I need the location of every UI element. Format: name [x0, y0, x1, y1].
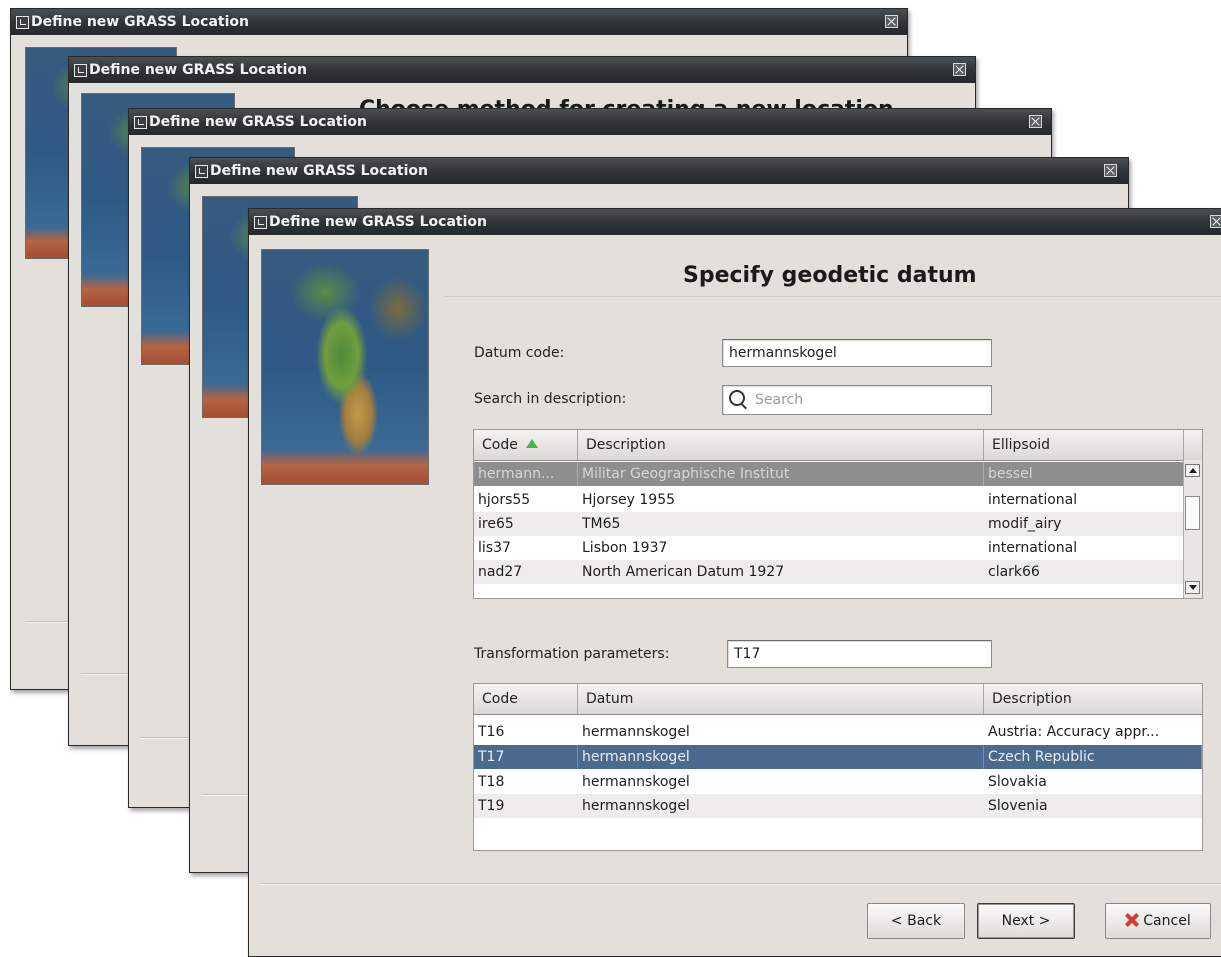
app-menu-icon[interactable] — [254, 216, 267, 229]
column-header-ellipsoid[interactable]: Ellipsoid — [984, 430, 1184, 460]
title-bar[interactable]: Define new GRASS Location — [190, 158, 1128, 184]
close-icon[interactable] — [885, 15, 898, 28]
vertical-scrollbar[interactable] — [1183, 460, 1202, 598]
cell-code: T16 — [478, 724, 505, 740]
page-title: Specify geodetic datum — [683, 263, 977, 288]
title-bar[interactable]: Define new GRASS Location — [249, 209, 1221, 235]
window-title: Define new GRASS Location — [89, 62, 307, 78]
cell-code: T18 — [478, 774, 505, 790]
close-icon[interactable] — [1029, 115, 1042, 128]
cell-ellipsoid: international — [988, 540, 1078, 556]
cell-code: hjors55 — [478, 492, 531, 508]
cancel-button[interactable]: Cancel — [1105, 903, 1211, 939]
datum-table[interactable]: Code Description Ellipsoid hermann... Mi… — [473, 429, 1203, 599]
scrollbar-thumb[interactable] — [1185, 496, 1200, 530]
app-menu-icon[interactable] — [74, 64, 87, 77]
close-icon[interactable] — [1104, 164, 1117, 177]
table-row[interactable]: T19 hermannskogel Slovenia — [474, 794, 1202, 818]
cell-datum: hermannskogel — [578, 745, 984, 769]
table-row[interactable]: lis37 Lisbon 1937 international — [474, 536, 1184, 560]
table-row[interactable]: hermann... Militar Geographische Institu… — [474, 462, 1184, 486]
search-description-label: Search in description: — [474, 391, 627, 407]
table-header: Code Description Ellipsoid — [474, 430, 1202, 461]
wizard-window-front: Define new GRASS Location Specify geodet… — [248, 208, 1221, 957]
window-title: Define new GRASS Location — [31, 14, 249, 30]
column-header-datum[interactable]: Datum — [578, 684, 984, 714]
world-map-image — [261, 249, 429, 485]
cancel-button-label: Cancel — [1143, 913, 1191, 929]
table-row[interactable]: T16 hermannskogel Austria: Accuracy appr… — [474, 720, 1202, 744]
search-input[interactable]: Search — [722, 385, 992, 415]
title-bar[interactable]: Define new GRASS Location — [69, 57, 975, 83]
transformation-label: Transformation parameters: — [474, 646, 670, 662]
cell-description: Lisbon 1937 — [582, 540, 668, 556]
table-row[interactable]: hjors55 Hjorsey 1955 international — [474, 488, 1184, 512]
close-icon[interactable] — [953, 63, 966, 76]
title-bar[interactable]: Define new GRASS Location — [129, 109, 1051, 135]
back-button[interactable]: < Back — [867, 903, 965, 939]
cell-description: Militar Geographische Institut — [578, 462, 984, 486]
cell-ellipsoid: clark66 — [988, 564, 1040, 580]
window-title: Define new GRASS Location — [149, 114, 367, 130]
window-title: Define new GRASS Location — [210, 163, 428, 179]
table-row[interactable]: nad27 North American Datum 1927 clark66 — [474, 560, 1184, 584]
search-icon — [729, 390, 745, 406]
app-menu-icon[interactable] — [16, 16, 29, 29]
cell-datum: hermannskogel — [582, 774, 690, 790]
table-row[interactable]: T18 hermannskogel Slovakia — [474, 770, 1202, 794]
cell-code: T17 — [474, 745, 578, 769]
window-title: Define new GRASS Location — [269, 214, 487, 230]
cell-ellipsoid: modif_airy — [988, 516, 1062, 532]
cell-code: T19 — [478, 798, 505, 814]
cell-ellipsoid: bessel — [984, 462, 1184, 486]
cell-description: Austria: Accuracy appr... — [988, 724, 1160, 740]
column-header-description[interactable]: Description — [578, 430, 984, 460]
cell-code: ire65 — [478, 516, 514, 532]
heading-divider — [445, 296, 1221, 297]
cell-code: nad27 — [478, 564, 523, 580]
cell-description: Hjorsey 1955 — [582, 492, 676, 508]
cell-description: TM65 — [582, 516, 621, 532]
cell-description: Slovakia — [988, 774, 1047, 790]
cell-description: North American Datum 1927 — [582, 564, 785, 580]
column-header-code[interactable]: Code — [474, 684, 578, 714]
datum-code-label: Datum code: — [474, 345, 565, 361]
button-divider — [261, 883, 1221, 885]
cell-description: Czech Republic — [984, 745, 1202, 769]
search-placeholder: Search — [755, 392, 804, 408]
cell-code: hermann... — [474, 462, 578, 486]
table-row[interactable]: T17 hermannskogel Czech Republic — [474, 745, 1202, 769]
cell-datum: hermannskogel — [582, 798, 690, 814]
app-menu-icon[interactable] — [195, 165, 208, 178]
transformation-input[interactable]: T17 — [727, 640, 992, 668]
cancel-icon — [1125, 913, 1139, 927]
cell-datum: hermannskogel — [582, 724, 690, 740]
cell-description: Slovenia — [988, 798, 1048, 814]
table-row[interactable]: ire65 TM65 modif_airy — [474, 512, 1184, 536]
sort-arrow-up-icon — [525, 438, 538, 448]
scroll-up-icon[interactable] — [1185, 464, 1200, 477]
next-button[interactable]: Next > — [977, 903, 1075, 939]
cell-code: lis37 — [478, 540, 511, 556]
cell-ellipsoid: international — [988, 492, 1078, 508]
app-menu-icon[interactable] — [134, 116, 147, 129]
datum-code-input[interactable]: hermannskogel — [722, 339, 992, 367]
close-icon[interactable] — [1210, 215, 1221, 228]
title-bar[interactable]: Define new GRASS Location — [11, 9, 907, 35]
scroll-down-icon[interactable] — [1185, 581, 1200, 594]
column-header-description[interactable]: Description — [984, 684, 1202, 714]
column-header-code[interactable]: Code — [474, 430, 578, 460]
transform-table[interactable]: Code Datum Description T16 hermannskogel… — [473, 683, 1203, 851]
table-header: Code Datum Description — [474, 684, 1202, 715]
